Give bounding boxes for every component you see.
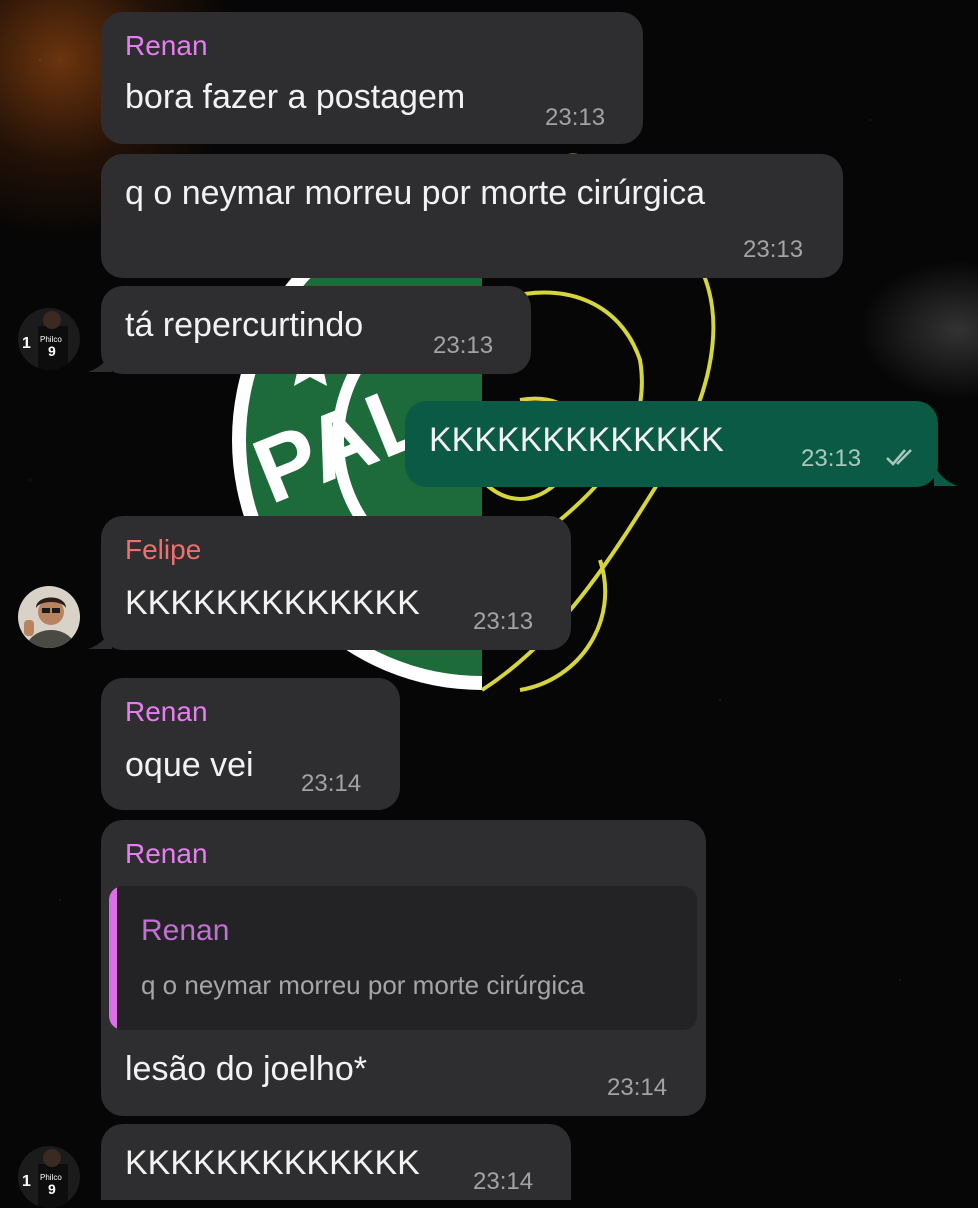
person-avatar[interactable] xyxy=(18,586,80,648)
message-bubble[interactable]: q o neymar morreu por morte cirúrgica 23… xyxy=(101,154,843,278)
message-time: 23:13 xyxy=(743,236,804,263)
message-bubble[interactable]: Felipe KKKKKKKKKKKKK 23:13 xyxy=(101,516,571,650)
bubble-tail xyxy=(934,464,958,486)
quote-accent-bar xyxy=(109,886,117,1030)
message-time: 23:14 xyxy=(301,770,362,797)
sender-name: Renan xyxy=(125,30,208,61)
message-text: KKKKKKKKKKKKK xyxy=(125,1144,420,1182)
svg-text:9: 9 xyxy=(48,343,56,359)
message-time: 23:13 xyxy=(433,332,494,359)
sender-name: Renan xyxy=(125,696,208,727)
message-time: 23:14 xyxy=(473,1168,534,1195)
outgoing-message-bubble[interactable]: KKKKKKKKKKKKK 23:13 xyxy=(405,401,938,487)
message-time: 23:13 xyxy=(473,608,534,635)
message-text: lesão do joelho* xyxy=(125,1050,367,1088)
message-bubble[interactable]: KKKKKKKKKKKKK 23:14 xyxy=(101,1124,571,1200)
message-bubble[interactable]: Renan Renan q o neymar morreu por morte … xyxy=(101,820,706,1116)
message-text: KKKKKKKKKKKKK xyxy=(125,584,420,622)
player-avatar[interactable]: Philco 9 1 xyxy=(18,308,80,370)
message-time: 23:14 xyxy=(607,1074,668,1101)
message-text: q o neymar morreu por morte cirúrgica xyxy=(125,174,706,212)
message-text: KKKKKKKKKKKKK xyxy=(429,421,724,459)
quote-text: q o neymar morreu por morte cirúrgica xyxy=(141,970,585,1000)
sender-name: Felipe xyxy=(125,534,202,565)
sender-name: Renan xyxy=(125,838,208,869)
player-avatar[interactable]: Philco 9 1 xyxy=(18,1146,80,1208)
svg-text:9: 9 xyxy=(48,1181,56,1197)
quoted-message[interactable]: Renan q o neymar morreu por morte cirúrg… xyxy=(109,886,697,1030)
svg-text:1: 1 xyxy=(22,335,31,352)
message-text: oque vei xyxy=(125,746,254,784)
svg-text:1: 1 xyxy=(22,1173,31,1190)
read-double-check-icon xyxy=(886,449,912,466)
message-time: 23:13 xyxy=(545,104,606,131)
message-bubble[interactable]: tá repercurtindo 23:13 xyxy=(101,286,531,374)
message-text: bora fazer a postagem xyxy=(125,78,466,116)
message-bubble[interactable]: Renan bora fazer a postagem 23:13 xyxy=(101,12,643,144)
message-text: tá repercurtindo xyxy=(125,306,364,344)
quote-sender-name: Renan xyxy=(141,914,230,947)
message-time: 23:13 xyxy=(801,445,862,472)
message-bubble[interactable]: Renan oque vei 23:14 xyxy=(101,678,400,810)
